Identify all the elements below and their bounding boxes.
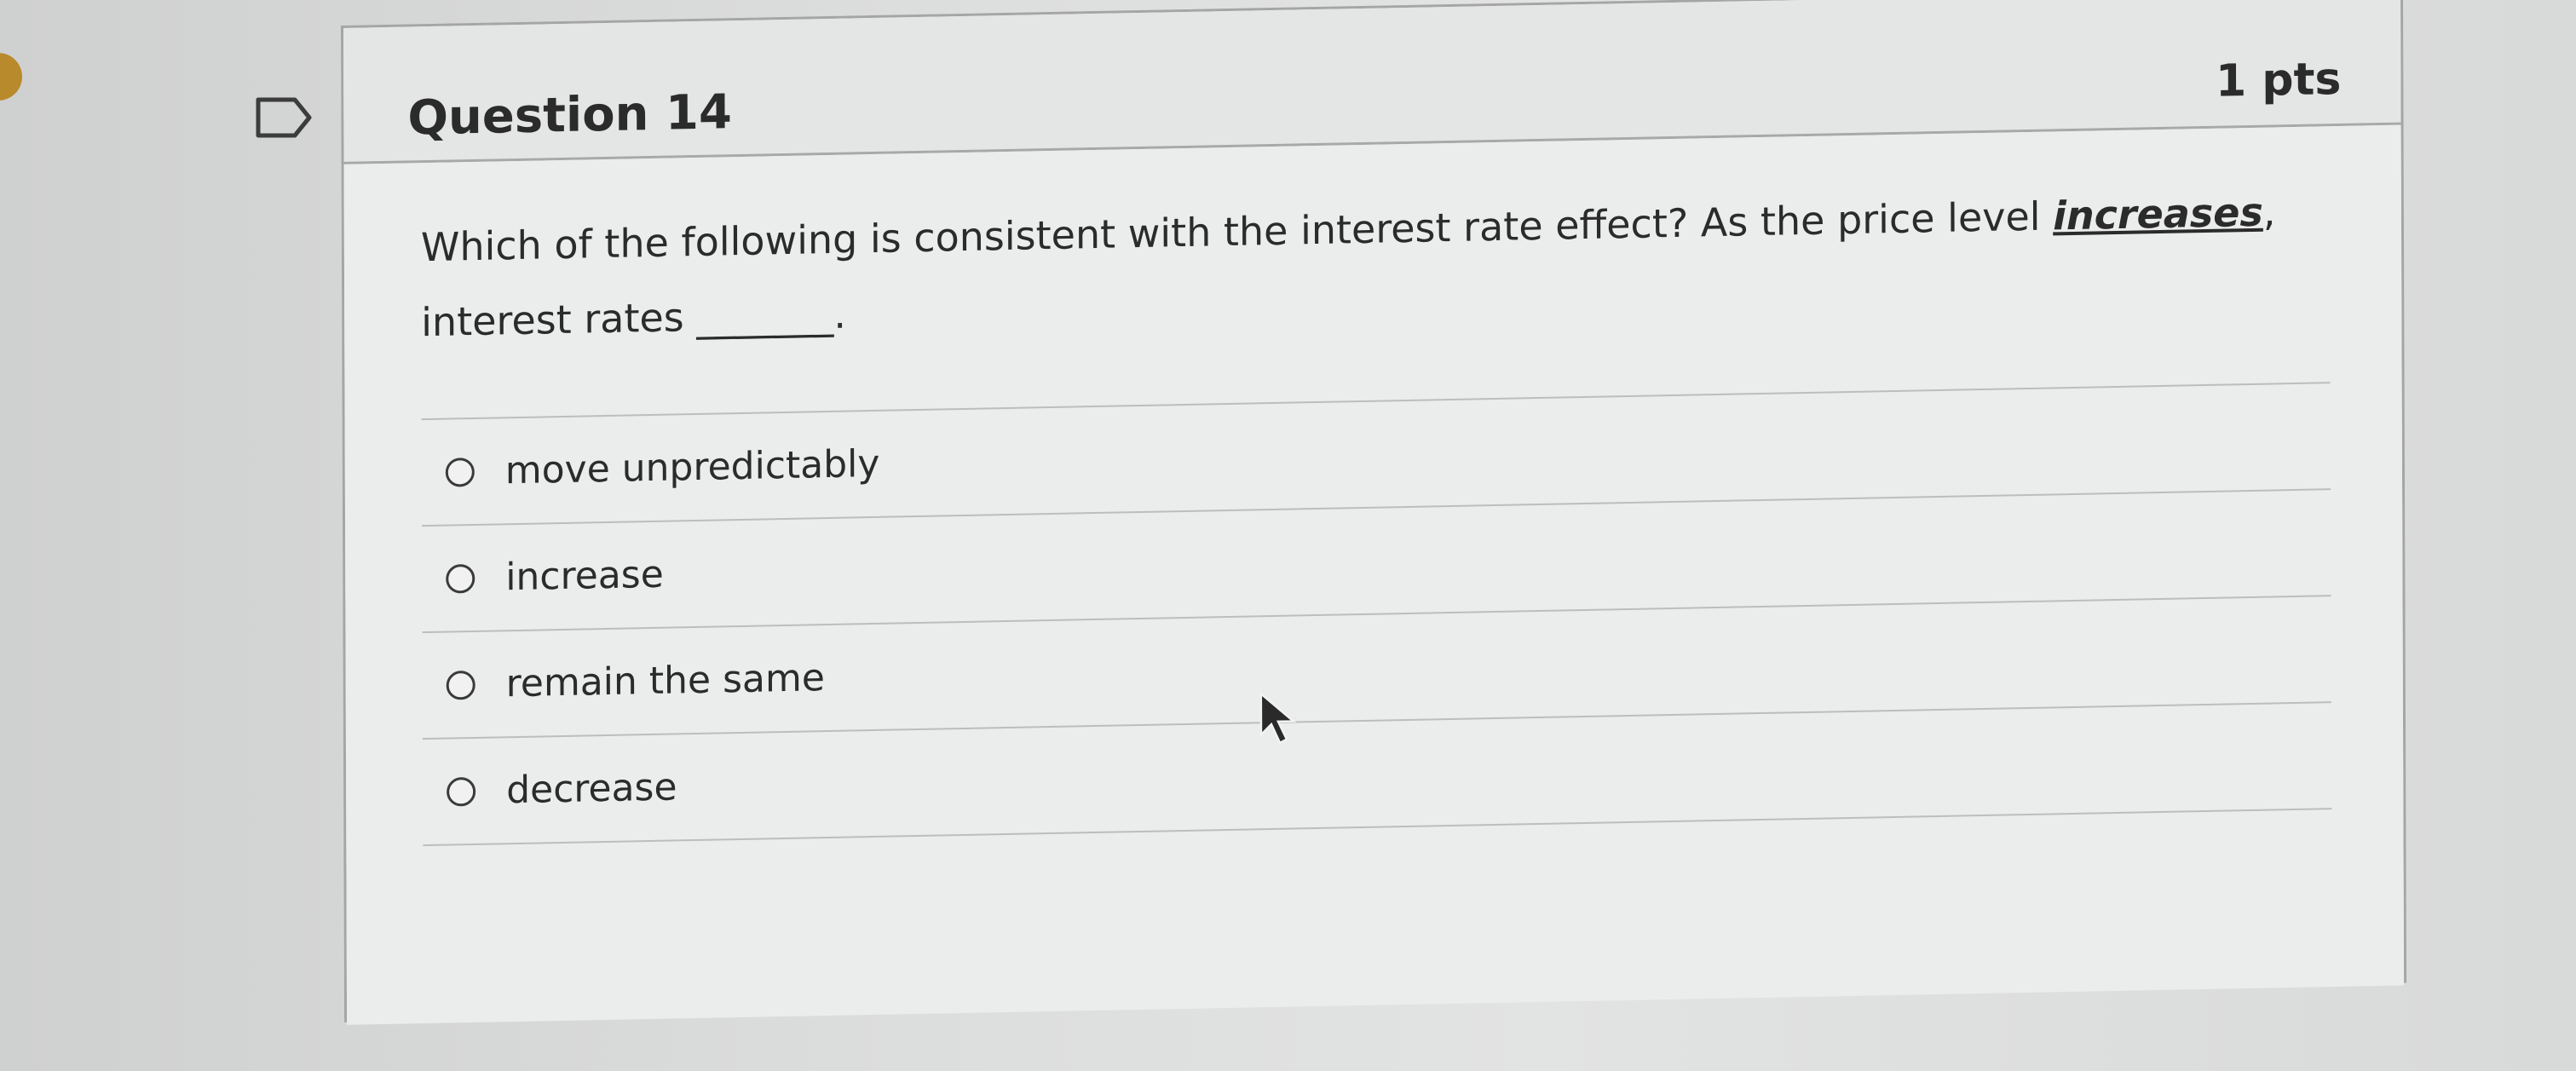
- question-emphasis: increases: [2053, 188, 2263, 239]
- radio-icon[interactable]: [445, 457, 475, 487]
- flag-question-icon[interactable]: [254, 95, 314, 140]
- accent-dot: [0, 53, 22, 101]
- question-title: Question 14: [407, 84, 733, 147]
- mouse-cursor-icon: [1259, 691, 1297, 745]
- answer-label: increase: [505, 552, 664, 600]
- question-card: Question 14 1 pts Which of the following…: [341, 0, 2407, 1025]
- answer-label: decrease: [506, 765, 677, 813]
- radio-icon[interactable]: [447, 776, 476, 807]
- question-text-part: Which of the following is consistent wit…: [420, 193, 2054, 271]
- answer-label: remain the same: [505, 656, 825, 706]
- answer-label: move unpredictably: [504, 441, 880, 493]
- answer-list: move unpredictably increase remain the s…: [421, 382, 2332, 847]
- radio-icon[interactable]: [446, 670, 475, 700]
- question-points: 1 pts: [2215, 53, 2342, 107]
- radio-icon[interactable]: [446, 563, 475, 594]
